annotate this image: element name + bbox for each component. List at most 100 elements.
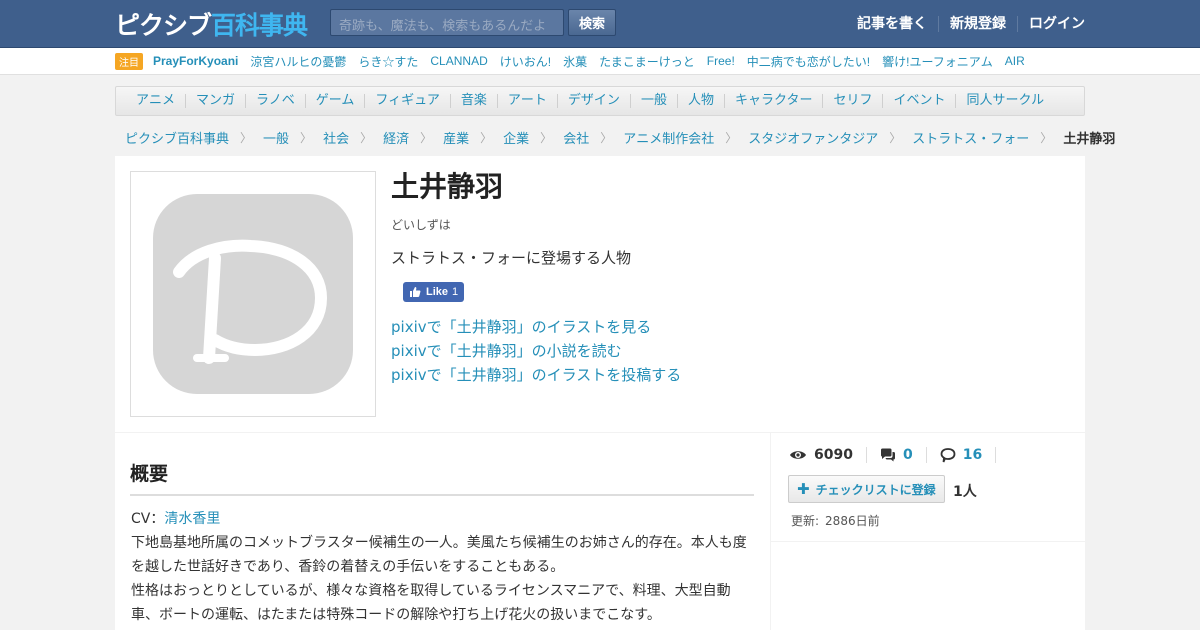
pixiv-p-icon: [173, 239, 328, 364]
comment-count-stat[interactable]: 0: [880, 447, 927, 463]
breadcrumb-separator: 〉: [1040, 130, 1053, 145]
category-music[interactable]: 音楽: [449, 94, 497, 108]
tag-count: 16: [962, 447, 983, 463]
pixiv-view-illust-link[interactable]: pixivで「土井静羽」のイラストを見る: [391, 315, 1071, 339]
pixiv-placeholder-icon: [153, 194, 353, 394]
breadcrumb-separator: 〉: [725, 130, 738, 145]
breadcrumb-item[interactable]: 一般: [263, 128, 289, 147]
facebook-like-button[interactable]: Like 1: [403, 282, 464, 302]
breadcrumb-item[interactable]: ピクシブ百科事典: [125, 128, 229, 147]
site-header: ピクシブ 百科事典 奇跡も、魔法も、検索もあるんだよ 検索 記事を書く 新規登録 …: [0, 0, 1200, 48]
view-count-stat: 6090: [789, 447, 867, 463]
search-input[interactable]: 奇跡も、魔法も、検索もあるんだよ: [330, 9, 564, 36]
eye-icon: [790, 451, 806, 459]
breadcrumb: ピクシブ百科事典 〉 一般 〉 社会 〉 経済 〉 産業 〉 企業 〉 会社 〉…: [125, 128, 1116, 147]
view-count: 6090: [814, 447, 853, 463]
trending-item[interactable]: 涼宮ハルヒの憂鬱: [250, 53, 346, 70]
checklist-label: チェックリストに登録: [815, 482, 936, 497]
breadcrumb-separator: 〉: [540, 130, 553, 145]
article-content: 概要 CV：清水香里 下地島基地所属のコメットブラスター候補生の一人。美風たち候…: [115, 433, 770, 630]
breadcrumb-item[interactable]: ストラトス・フォー: [912, 128, 1029, 147]
breadcrumb-item[interactable]: 経済: [383, 128, 409, 147]
article-stats-sidebar: 6090 0 16 ✚ チェックリストに登録 1人 更新: 2886日前: [771, 433, 1085, 541]
trending-item[interactable]: 氷菓: [563, 53, 587, 70]
category-quote[interactable]: セリフ: [822, 94, 882, 108]
breadcrumb-separator: 〉: [480, 130, 493, 145]
category-general[interactable]: 一般: [629, 94, 677, 108]
category-light-novel[interactable]: ラノベ: [245, 94, 305, 108]
sidebar-panel: [771, 542, 1085, 630]
article-thumbnail[interactable]: [130, 171, 376, 417]
category-person[interactable]: 人物: [676, 94, 724, 108]
breadcrumb-separator: 〉: [889, 130, 902, 145]
category-anime[interactable]: アニメ: [126, 94, 185, 108]
login-link[interactable]: ログイン: [1017, 16, 1085, 32]
breadcrumb-separator: 〉: [360, 130, 373, 145]
updated-info: 更新: 2886日前: [791, 512, 880, 529]
header-nav: 記事を書く 新規登録 ログイン: [846, 0, 1085, 48]
trending-item[interactable]: たまこまーけっと: [599, 53, 695, 70]
cv-line: CV：清水香里: [131, 507, 755, 531]
cv-name-link[interactable]: 清水香里: [164, 511, 220, 527]
trending-badge: 注目: [115, 52, 143, 70]
breadcrumb-separator: 〉: [240, 130, 253, 145]
plus-icon: ✚: [797, 480, 810, 498]
category-design[interactable]: デザイン: [556, 94, 630, 108]
thumbs-up-icon: [410, 287, 421, 297]
write-article-link[interactable]: 記事を書く: [846, 16, 938, 32]
like-count: 1: [452, 286, 459, 298]
trending-item[interactable]: AIR: [1005, 54, 1025, 68]
trending-item[interactable]: PrayForKyoani: [153, 54, 238, 68]
like-label: Like: [426, 286, 449, 298]
trending-item[interactable]: CLANNAD: [430, 54, 487, 68]
breadcrumb-separator: 〉: [300, 130, 313, 145]
speech-bubble-icon: [940, 448, 956, 463]
paragraph: 下地島基地所属のコメットブラスター候補生の一人。美風たち候補生のお姉さん的存在。…: [131, 535, 747, 575]
category-art[interactable]: アート: [496, 94, 557, 108]
trending-item[interactable]: けいおん!: [500, 53, 551, 70]
stats-row: 6090 0 16: [789, 447, 1009, 463]
add-to-checklist-button[interactable]: ✚ チェックリストに登録: [788, 475, 945, 503]
category-figure[interactable]: フィギュア: [364, 94, 449, 108]
article-header-panel: 土井静羽 どいしずは ストラトス・フォーに登場する人物 Like 1 pixiv…: [115, 156, 1085, 432]
paragraph: 性格はおっとりとしているが、様々な資格を取得しているライセンスマニアで、料理、大…: [131, 583, 731, 623]
category-event[interactable]: イベント: [882, 94, 955, 108]
breadcrumb-item[interactable]: アニメ制作会社: [623, 128, 714, 147]
category-nav: アニメ マンガ ラノベ ゲーム フィギュア 音楽 アート デザイン 一般 人物 …: [115, 86, 1085, 116]
category-manga[interactable]: マンガ: [185, 94, 245, 108]
trending-item[interactable]: 中二病でも恋がしたい!: [747, 53, 870, 70]
search-button[interactable]: 検索: [568, 9, 616, 36]
breadcrumb-item[interactable]: スタジオファンタジア: [748, 128, 878, 147]
signup-link[interactable]: 新規登録: [938, 16, 1017, 32]
comment-count: 0: [902, 447, 913, 463]
article-title: 土井静羽: [391, 170, 504, 203]
section-heading: 概要: [130, 459, 754, 496]
trending-bar: 注目 PrayForKyoani 涼宮ハルヒの憂鬱 らき☆すた CLANNAD …: [0, 48, 1200, 75]
article-body: CV：清水香里 下地島基地所属のコメットブラスター候補生の一人。美風たち候補生の…: [131, 507, 755, 627]
breadcrumb-current: 土井静羽: [1063, 131, 1116, 147]
article-info: 土井静羽 どいしずは ストラトス・フォーに登場する人物 Like 1 pixiv…: [391, 170, 1071, 387]
trending-item[interactable]: Free!: [707, 54, 735, 68]
breadcrumb-separator: 〉: [600, 130, 613, 145]
category-doujin-circle[interactable]: 同人サークル: [955, 94, 1054, 108]
breadcrumb-item[interactable]: 会社: [563, 128, 589, 147]
breadcrumb-item[interactable]: 社会: [323, 128, 349, 147]
comment-icon: [880, 448, 895, 462]
article-summary: ストラトス・フォーに登場する人物: [391, 249, 632, 267]
trending-item[interactable]: 響け!ユーフォニアム: [882, 53, 993, 70]
checklist-count: 1人: [953, 484, 977, 500]
logo-text-pixiv: ピクシブ: [115, 11, 212, 40]
updated-label: 更新:: [791, 514, 820, 528]
breadcrumb-item[interactable]: 産業: [443, 128, 469, 147]
updated-value: 2886日前: [825, 514, 880, 528]
pixiv-read-novel-link[interactable]: pixivで「土井静羽」の小説を読む: [391, 339, 1071, 363]
trending-item[interactable]: らき☆すた: [358, 53, 418, 70]
category-game[interactable]: ゲーム: [304, 94, 365, 108]
breadcrumb-item[interactable]: 企業: [503, 128, 529, 147]
tag-count-stat[interactable]: 16: [940, 447, 997, 463]
category-character[interactable]: キャラクター: [723, 94, 822, 108]
pixiv-links: pixivで「土井静羽」のイラストを見る pixivで「土井静羽」の小説を読む …: [391, 315, 1071, 387]
logo-text-dictionary: 百科事典: [211, 11, 308, 40]
site-logo[interactable]: ピクシブ 百科事典: [115, 8, 308, 40]
pixiv-post-illust-link[interactable]: pixivで「土井静羽」のイラストを投稿する: [391, 363, 1071, 387]
